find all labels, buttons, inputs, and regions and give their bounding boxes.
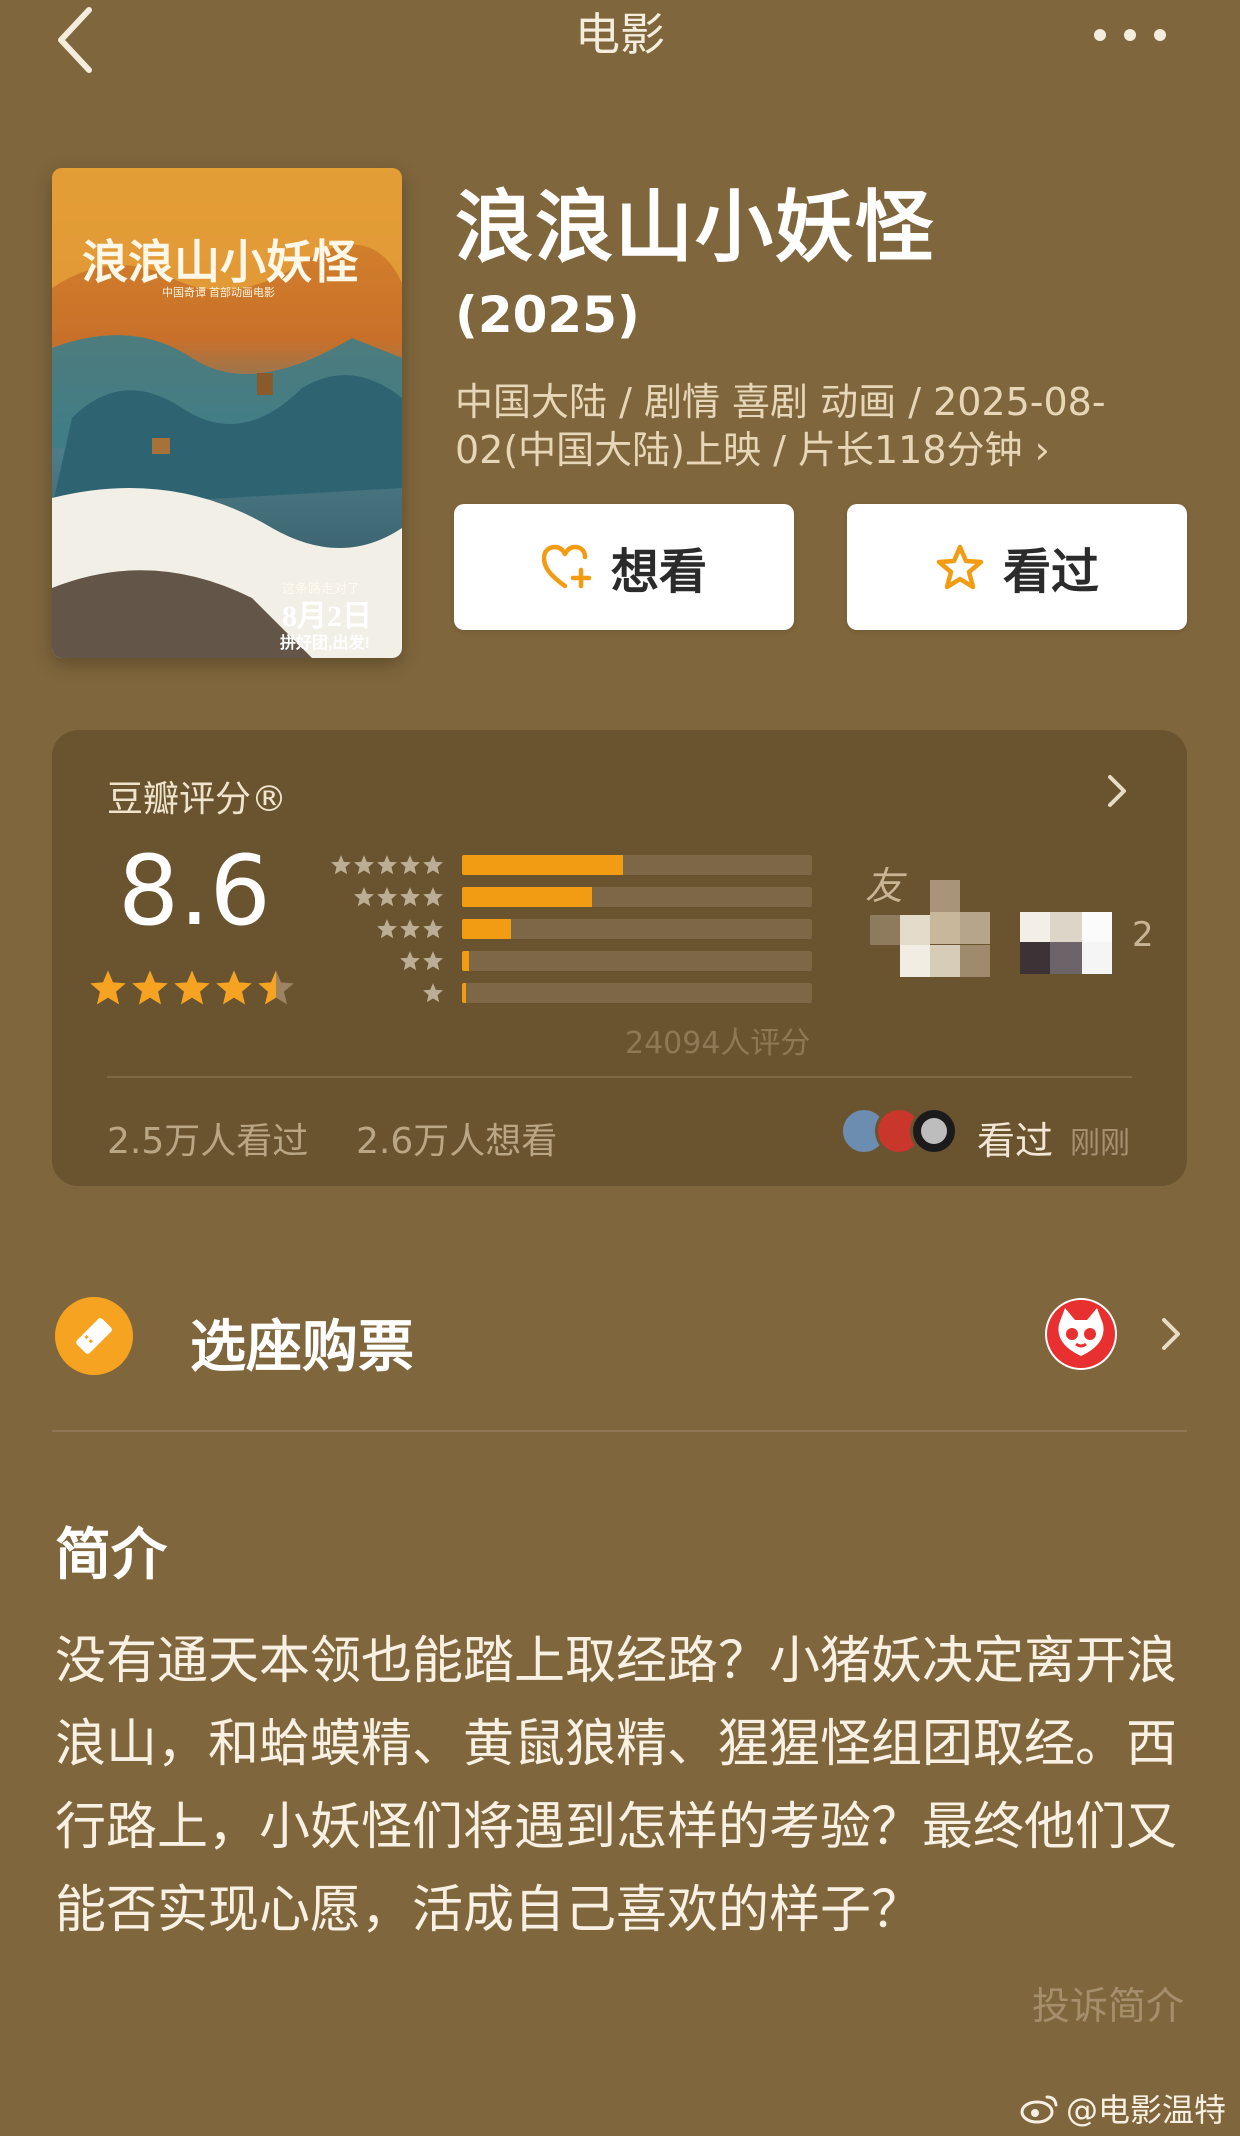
distribution-bar-fill [462, 919, 511, 939]
poster-subtitle: 中国奇谭 首部动画电影 [162, 285, 275, 299]
star-outline-icon [936, 544, 984, 590]
distribution-bar [462, 919, 812, 939]
small-star-icon [423, 983, 443, 1002]
intro-body: 没有通天本领也能踏上取经路？小猪妖决定离开浪浪山，和蛤蟆精、黄鼠狼精、猩猩怪组团… [55, 1632, 1178, 1940]
friends-ratings[interactable]: 友 2 [860, 850, 1160, 990]
recent-activity-label: 看过 [977, 1119, 1054, 1163]
small-star-icon [400, 887, 420, 906]
more-button[interactable] [1085, 10, 1175, 60]
rating-distribution-row [320, 916, 812, 942]
small-star-icon [354, 855, 374, 874]
poster-tagline: 这条路走对了 [282, 581, 360, 596]
distribution-bar-fill [462, 951, 469, 971]
rating-star-icon [258, 970, 294, 1005]
rating-score: 8.6 [118, 835, 271, 947]
small-star-icon [354, 887, 374, 906]
rating-count: 24094人评分 [625, 1026, 811, 1061]
divider [52, 1430, 1187, 1432]
avatar [910, 1107, 958, 1155]
rating-distribution-row [320, 852, 812, 878]
small-star-icon [423, 855, 443, 874]
maoyan-cat-icon[interactable] [1045, 1298, 1117, 1370]
friends-count: 2 [1132, 915, 1154, 955]
watched-label: 看过 [1002, 544, 1099, 600]
small-star-icon [400, 951, 420, 970]
more-icon [1094, 29, 1166, 41]
rating-star-icon [90, 970, 126, 1005]
small-star-icon [400, 919, 420, 938]
back-arrow-icon [58, 7, 92, 73]
small-star-icon [377, 887, 397, 906]
distribution-bar-fill [462, 983, 466, 1003]
rating-distribution-row [320, 884, 812, 910]
small-star-icon [400, 855, 420, 874]
watermark: @电影温特 [1020, 2085, 1226, 2131]
small-star-icon [423, 887, 443, 906]
watched-button[interactable]: 看过 [847, 504, 1187, 630]
distribution-stars [320, 982, 444, 1004]
poster-title: 浪浪山小妖怪 [82, 237, 359, 288]
page-title: 电影 [574, 8, 665, 61]
small-star-icon [377, 919, 397, 938]
distribution-stars [320, 918, 444, 940]
rating-distribution-row [320, 948, 812, 974]
rating-distribution-row [320, 980, 812, 1006]
weibo-icon [1020, 2095, 1058, 2124]
rating-label: 豆瓣评分® [107, 779, 288, 820]
distribution-stars [320, 854, 444, 876]
distribution-bar-fill [462, 887, 592, 907]
movie-meta[interactable]: 中国大陆 / 剧情 喜剧 动画 / 2025-08-02(中国大陆)上映 / 片… [455, 378, 1195, 474]
movie-title: 浪浪山小妖怪 [455, 183, 936, 273]
friend-avatar-blurred-2 [1020, 912, 1112, 974]
distribution-bar [462, 887, 812, 907]
small-star-icon [423, 951, 443, 970]
distribution-stars [320, 950, 444, 972]
recent-activity-time: 刚刚 [1070, 1126, 1130, 1161]
distribution-bar-fill [462, 855, 623, 875]
ticket-icon [55, 1297, 133, 1375]
friend-avatar-blurred [870, 880, 990, 980]
poster-slogan: 拼好团,出发! [280, 633, 370, 652]
distribution-bar [462, 951, 812, 971]
movie-poster[interactable]: 浪浪山小妖怪 中国奇谭 首部动画电影 这条路走对了 8月2日 拼好团,出发! [52, 168, 402, 658]
want-to-watch-label: 想看 [610, 544, 707, 600]
chevron-right-icon[interactable] [1152, 1314, 1188, 1354]
want-to-watch-button[interactable]: 想看 [454, 504, 794, 630]
small-star-icon [377, 855, 397, 874]
distribution-stars [320, 886, 444, 908]
chevron-right-icon[interactable] [1098, 773, 1134, 809]
rating-stars [88, 968, 296, 1008]
small-star-icon [423, 919, 443, 938]
rating-star-icon [216, 970, 252, 1005]
rating-star-icon [174, 970, 210, 1005]
heart-plus-icon [541, 544, 592, 589]
intro-title: 简介 [55, 1523, 167, 1588]
buy-ticket-label[interactable]: 选座购票 [190, 1302, 414, 1383]
seen-count[interactable]: 2.5万人看过 [107, 1112, 308, 1164]
watermark-text: @电影温特 [1066, 2091, 1227, 2129]
report-intro-link[interactable]: 投诉简介 [1032, 1975, 1184, 2030]
poster-date: 8月2日 [282, 600, 372, 633]
movie-year: (2025) [455, 286, 640, 344]
distribution-bar [462, 855, 812, 875]
back-button[interactable] [40, 0, 110, 80]
want-count[interactable]: 2.6万人想看 [356, 1112, 557, 1164]
distribution-bar [462, 983, 812, 1003]
rating-star-icon [132, 970, 168, 1005]
divider [107, 1076, 1132, 1078]
small-star-icon [331, 855, 351, 874]
